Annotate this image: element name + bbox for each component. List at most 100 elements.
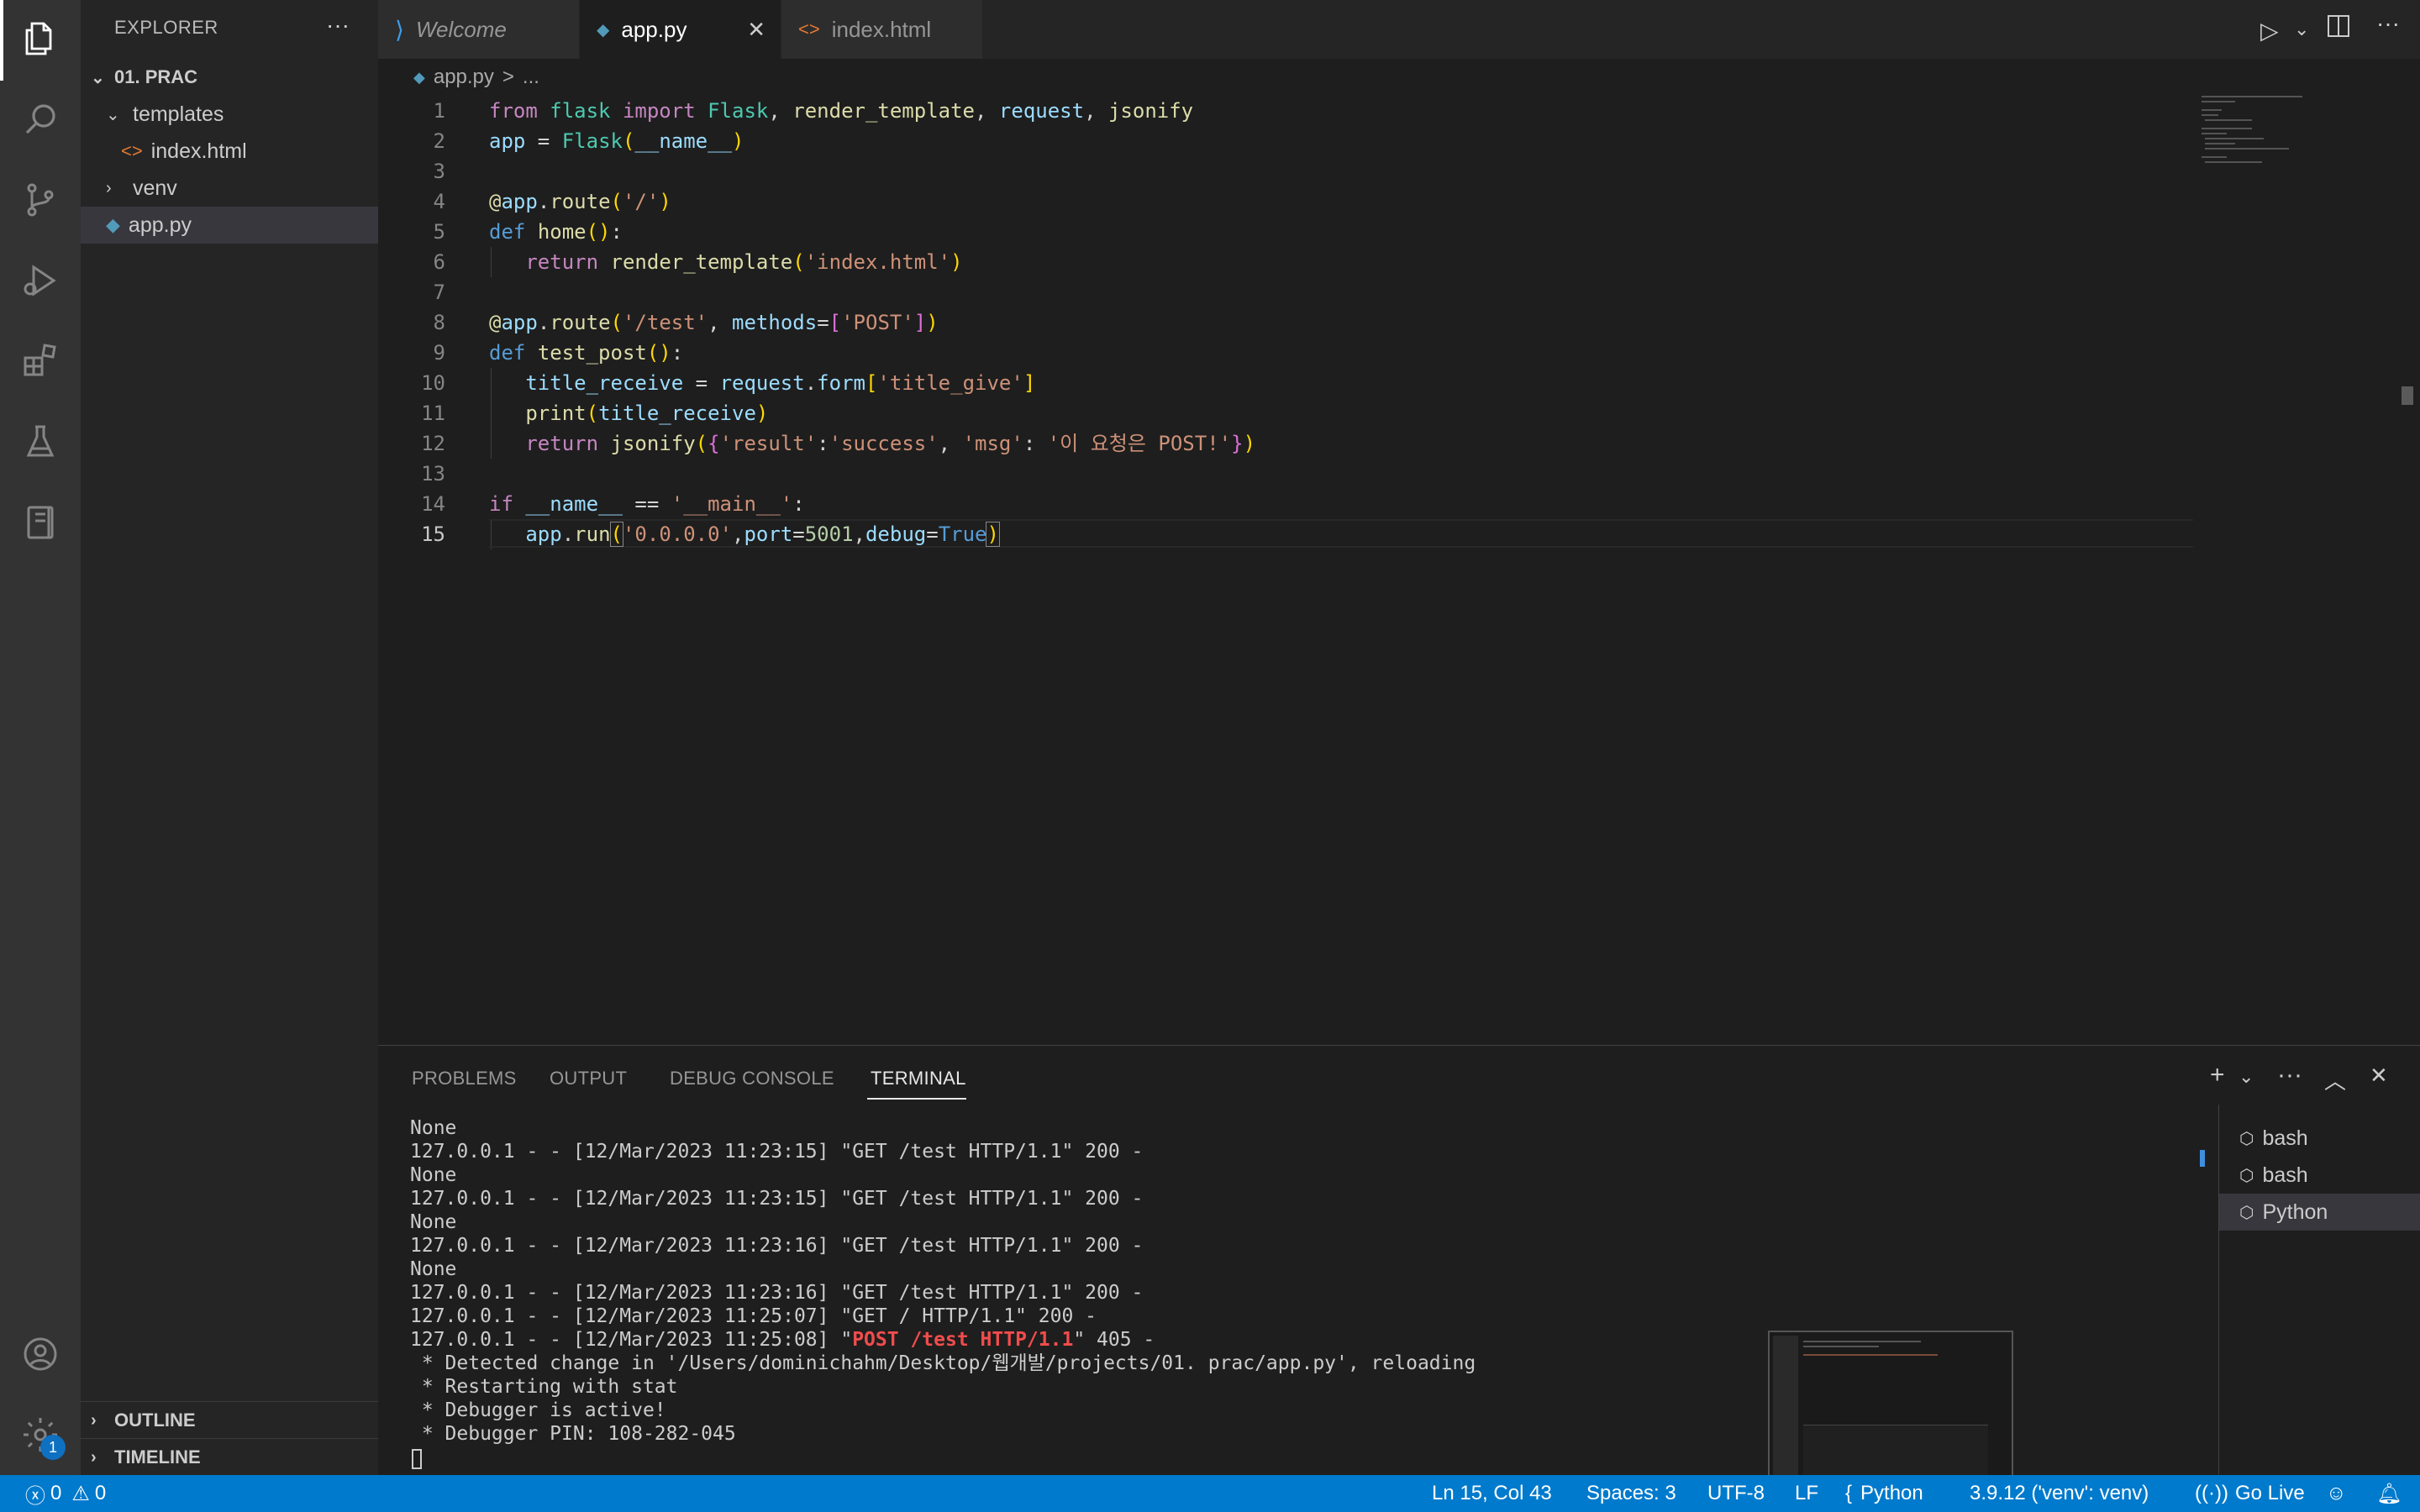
tab-problems[interactable]: PROBLEMS [412,1068,517,1089]
close-icon[interactable]: ✕ [747,17,765,43]
account-icon[interactable] [20,1334,60,1374]
terminal-scroll-marker [2200,1150,2205,1167]
status-bar: ⓧ 0 ⚠ 0 Ln 15, Col 43 Spaces: 3 UTF-8 LF… [0,1475,2420,1512]
terminal-line: None [410,1117,457,1139]
workspace-folder-label: 01. PRAC [114,66,198,87]
python-file-icon: ◆ [106,214,120,235]
timeline-section[interactable]: › TIMELINE [81,1438,378,1476]
language-mode[interactable]: { Python [1845,1475,1923,1512]
source-control-icon[interactable] [20,180,60,220]
chevron-down-icon: ⌄ [91,68,105,87]
tab-index-html[interactable]: <> index.html [781,0,983,59]
outline-section[interactable]: › OUTLINE [81,1401,378,1439]
terminal-line: * Debugger PIN: 108-282-045 [410,1423,736,1445]
breadcrumb-symbols[interactable]: ... [523,66,539,89]
terminal-item-label: Python [2262,1200,2328,1224]
terminal-cursor [412,1449,422,1469]
terminal-item-bash[interactable]: ⬡ bash [2219,1157,2420,1194]
language-label: Python [1860,1482,1923,1504]
html-file-icon: <> [121,140,143,161]
maximize-panel-icon[interactable]: ︿ [2324,1064,2346,1095]
terminal-line: 127.0.0.1 - - [12/Mar/2023 11:23:15] "GE… [410,1141,1144,1163]
tree-item-label: venv [133,176,177,200]
more-actions-icon[interactable]: ··· [326,12,350,39]
minimap[interactable] [2193,96,2395,1045]
tab-bar: ⟩ Welcome ◆ app.py ✕ <> index.html ▷ ⌄ ·… [378,0,2420,59]
tab-app-py[interactable]: ◆ app.py ✕ [580,0,781,59]
active-tab-underline [867,1098,966,1100]
error-icon: ⓧ [25,1484,45,1508]
terminal-line: 127.0.0.1 - - [12/Mar/2023 11:23:15] "GE… [410,1188,1144,1210]
notifications-bell-icon[interactable]: 🔔︎ [2376,1475,2402,1512]
end-of-line[interactable]: LF [1795,1475,1818,1512]
run-icon[interactable]: ▷ [2260,17,2279,45]
chevron-down-icon[interactable]: ⌄ [2238,1066,2254,1088]
code-line: 5 def home(): [433,220,623,244]
code-line: 7 [433,281,445,304]
extensions-icon[interactable] [20,341,60,381]
code-editor[interactable]: 1 from flask import Flask, render_templat… [378,96,2193,1045]
bottom-panel: PROBLEMS OUTPUT DEBUG CONSOLE TERMINAL +… [378,1045,2420,1475]
tree-item-templates[interactable]: ⌄ templates [81,96,378,133]
search-icon[interactable] [20,99,60,139]
terminal-item-python[interactable]: ⬡ Python [2219,1194,2420,1231]
html-icon: <> [798,18,820,39]
new-terminal-icon[interactable]: + [2210,1061,2225,1089]
code-line: 8 @app.route('/test', methods=['POST']) [433,311,939,334]
more-actions-icon[interactable]: ··· [2376,10,2400,37]
run-debug-icon[interactable] [20,260,60,301]
editor-scrollbar[interactable] [2395,96,2420,1045]
code-line: 10 title_receive = request.form['title_g… [421,371,1036,395]
tree-item-app-py[interactable]: ◆ app.py [81,207,378,244]
terminal-line: 127.0.0.1 - - [12/Mar/2023 11:25:07] "GE… [410,1305,1097,1327]
explorer-icon[interactable] [20,18,60,59]
code-line: 11 print(title_receive) [421,402,769,425]
chevron-down-icon: ⌄ [106,105,120,124]
tree-item-venv[interactable]: › venv [81,170,378,207]
more-actions-icon[interactable]: ··· [2277,1061,2302,1089]
code-line: 4 @app.route('/') [433,190,671,213]
indentation[interactable]: Spaces: 3 [1586,1475,1676,1512]
terminal-item-label: bash [2262,1126,2308,1150]
tab-debug-console[interactable]: DEBUG CONSOLE [670,1068,834,1089]
remote-explorer-icon[interactable] [20,502,60,543]
code-line: 12 return jsonify({'result':'success', '… [421,432,1256,455]
error-count: 0 [50,1482,62,1504]
testing-icon[interactable] [20,422,60,462]
cursor-position[interactable]: Ln 15, Col 43 [1432,1475,1552,1512]
breadcrumb-file[interactable]: app.py [434,66,494,89]
workspace-folder[interactable]: ⌄ 01. PRAC [81,59,378,96]
code-line-current: 15 app.run('0.0.0.0',port=5001,debug=Tru… [378,519,2193,549]
close-panel-icon[interactable]: ✕ [2370,1063,2388,1089]
python-icon: ◆ [413,68,425,86]
code-line: 13 [421,462,445,486]
tree-item-label: templates [133,102,224,126]
terminal-icon: ⬡ [2239,1203,2254,1222]
chevron-right-icon: › [91,1447,97,1467]
tree-item-index-html[interactable]: <> index.html [81,133,378,170]
go-live-button[interactable]: ((·)) Go Live [2195,1475,2305,1512]
python-interpreter[interactable]: 3.9.12 ('venv': venv) [1970,1475,2149,1512]
tree-item-label: app.py [128,213,192,237]
terminal-line: 127.0.0.1 - - [12/Mar/2023 11:23:16] "GE… [410,1282,1144,1304]
warning-icon: ⚠ [71,1482,90,1505]
explorer-title: EXPLORER [114,17,218,38]
code-line: 2 app = Flask(__name__) [433,129,744,153]
tree-item-label: index.html [150,139,247,163]
timeline-label: TIMELINE [114,1446,201,1467]
terminal-line: * Restarting with stat [410,1376,678,1398]
code-line: 9 def test_post(): [433,341,684,365]
encoding[interactable]: UTF-8 [1707,1475,1765,1512]
braces-icon: { [1845,1482,1853,1504]
explorer-sidebar: EXPLORER ··· ⌄ 01. PRAC ⌄ templates <> i… [81,0,378,1475]
tab-output[interactable]: OUTPUT [550,1068,627,1089]
code-line: 3 [433,160,445,183]
split-editor-icon[interactable] [2328,15,2349,37]
tab-terminal[interactable]: TERMINAL [871,1068,966,1089]
feedback-icon[interactable]: ☺ [2326,1475,2347,1512]
screenshot-thumbnail[interactable] [1768,1331,2013,1488]
problems-status[interactable]: ⓧ 0 ⚠ 0 [25,1475,106,1512]
terminal-item-bash[interactable]: ⬡ bash [2219,1120,2420,1157]
chevron-down-icon[interactable]: ⌄ [2294,18,2309,40]
tab-welcome[interactable]: ⟩ Welcome [378,0,580,59]
